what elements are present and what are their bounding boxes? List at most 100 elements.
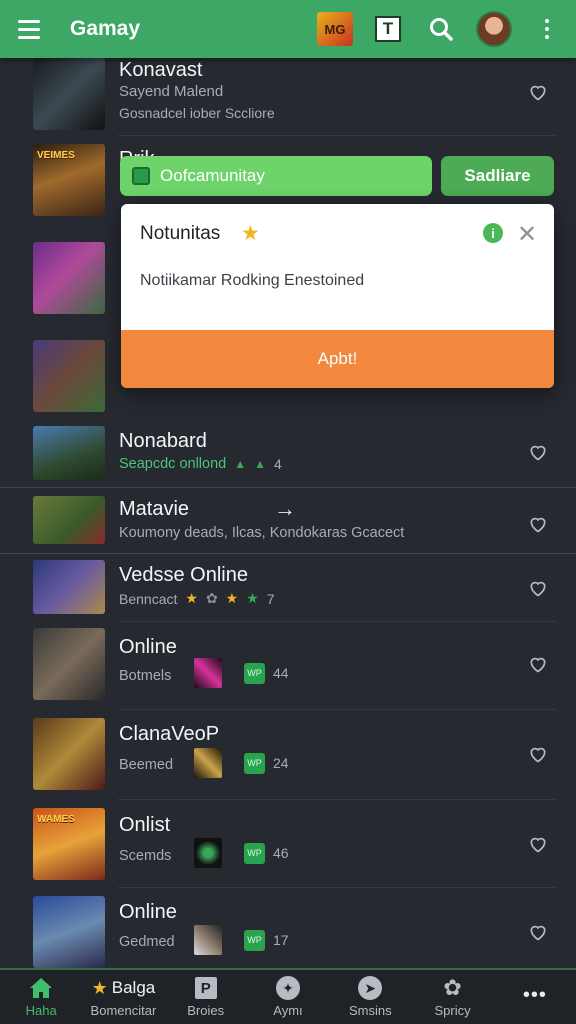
nav-item-aymi[interactable]: ✦ Aymı [247,970,329,1024]
community-input-text: Oofcamunitay [160,166,265,185]
item-subtitle: Seapcdc onllond [119,456,227,472]
more-vert-icon[interactable] [528,10,566,48]
nav-title: Balga [111,978,156,997]
nav-label: Bomencitar [90,1003,157,1018]
mini-artwork [194,748,222,778]
puzzle-icon: ✿ [443,975,462,1000]
wp-badge-icon: WP [244,929,265,951]
close-icon[interactable]: ✕ [517,220,537,249]
heart-icon[interactable] [528,82,548,102]
thumbnail: VEIMES [33,144,105,216]
item-subtitle: Koumony deads, Ilcas, Kondokaras Gcacect [119,525,405,541]
nav-label: Smsins [348,1003,392,1018]
mini-artwork [194,658,222,688]
item-count: 17 [273,932,289,948]
item-count: 44 [273,665,289,681]
item-title: Online [119,901,177,923]
item-title: Konavast [119,59,203,81]
compass-icon: ➤ [357,976,383,1000]
item-meta: WP 46 [194,838,289,868]
list-item[interactable]: ClanaVeoP Beemed WP 24 [0,710,576,800]
p-icon: P [193,976,219,1000]
heart-icon[interactable] [528,654,548,674]
heart-icon[interactable] [528,834,548,854]
info-icon[interactable]: i [483,223,503,243]
list-item[interactable]: WAMES Onlist Scemds WP 46 [0,800,576,888]
nav-label: Spricy [434,1003,471,1018]
wp-badge-icon: WP [244,842,265,864]
item-meta: WP 44 [194,658,289,688]
wp-badge-icon: WP [244,752,265,774]
gamepad-icon: ✦ [275,976,301,1000]
star-icon: ★ [225,590,239,606]
home-icon [28,976,54,1000]
puzzle-icon: ✿ [205,590,218,606]
badge-icon: ▲ [234,457,247,471]
item-title: Online [119,636,177,658]
thumbnail [33,896,105,968]
item-count: 4 [274,456,282,472]
item-title: ClanaVeoP [119,723,220,745]
wp-badge-icon: WP [244,662,265,684]
nav-item-balga[interactable]: ★ Balga Bomencitar [82,970,164,1024]
heart-icon[interactable] [528,578,548,598]
item-subtitle: Beemed [119,757,174,773]
item-count: 24 [273,755,289,771]
dialog-body: Notiikamar Rodking Enestoined [140,272,365,289]
nav-item-smsins[interactable]: ➤ Smsins [329,970,411,1024]
notification-dialog: Notunitas ★ i ✕ Notiikamar Rodking Enest… [121,204,554,388]
badge-icon: ▲ [254,457,267,471]
thumbnail [33,628,105,700]
nav-item-more[interactable]: ••• [494,970,576,1024]
nav-item-home[interactable]: Haha [0,970,82,1024]
t-icon-glyph: T [375,16,401,42]
list-item[interactable]: Online Gedmed WP 17 [0,888,576,968]
checkbox-icon[interactable] [132,167,150,185]
nav-item-spricy[interactable]: ✿ Spricy [411,970,493,1024]
thumbnail [33,560,105,614]
nav-label: Haha [25,1003,57,1018]
text-icon[interactable]: T [369,10,407,48]
item-subtitle: Benncact [119,590,178,607]
item-subtitle: Sayend Malend [119,83,224,100]
submit-button[interactable]: Sadliare [441,156,554,196]
heart-icon[interactable] [528,922,548,942]
community-input[interactable]: Oofcamunitay [120,156,432,196]
item-subtitle: Gedmed [119,934,175,950]
more-icon: ••• [522,984,547,1006]
item-count: 7 [266,590,275,607]
thumbnail [33,496,105,544]
item-title: Vedsse Online [119,564,248,586]
thumbnail [33,242,105,314]
avatar[interactable] [475,10,513,48]
list-item[interactable]: Nonabard Seapcdc onllond ▲ ▲ 4 [0,426,576,488]
item-title: Matavie [119,498,190,520]
list-item[interactable]: Konavast Sayend Malend Gosnadcel iober S… [0,58,576,136]
thumbnail [33,718,105,790]
star-icon: ★ [241,222,260,245]
list-item[interactable]: Matavie → Koumony deads, Ilcas, Kondokar… [0,488,576,554]
thumbnail [33,426,105,480]
heart-icon[interactable] [528,514,548,534]
dialog-title: Notunitas [140,223,221,244]
menu-icon[interactable] [18,9,58,49]
game-logo-text: MG [317,12,353,46]
list-item[interactable]: Online Botmels WP 44 [0,622,576,710]
star-icon: ★ Balga [91,977,156,998]
mini-artwork [194,925,222,955]
nav-item-broies[interactable]: P Broies [165,970,247,1024]
star-icon: ★ [185,590,198,606]
item-subtitle: Botmels [119,668,172,684]
thumbnail [33,58,105,130]
nav-label: Broies [187,1003,225,1018]
item-title: Nonabard [119,430,207,452]
game-logo-icon[interactable]: MG [316,10,354,48]
heart-icon[interactable] [528,744,548,764]
dialog-action-button[interactable]: Apbt! [121,330,554,388]
list-item[interactable]: Vedsse Online Benncact ★ ✿ ★ ★ 7 [0,554,576,622]
thumbnail [33,340,105,412]
search-icon[interactable] [422,10,460,48]
heart-icon[interactable] [528,442,548,462]
item-meta: Seapcdc onllond ▲ ▲ 4 [119,456,282,472]
arrow-right-icon: → [274,496,296,521]
